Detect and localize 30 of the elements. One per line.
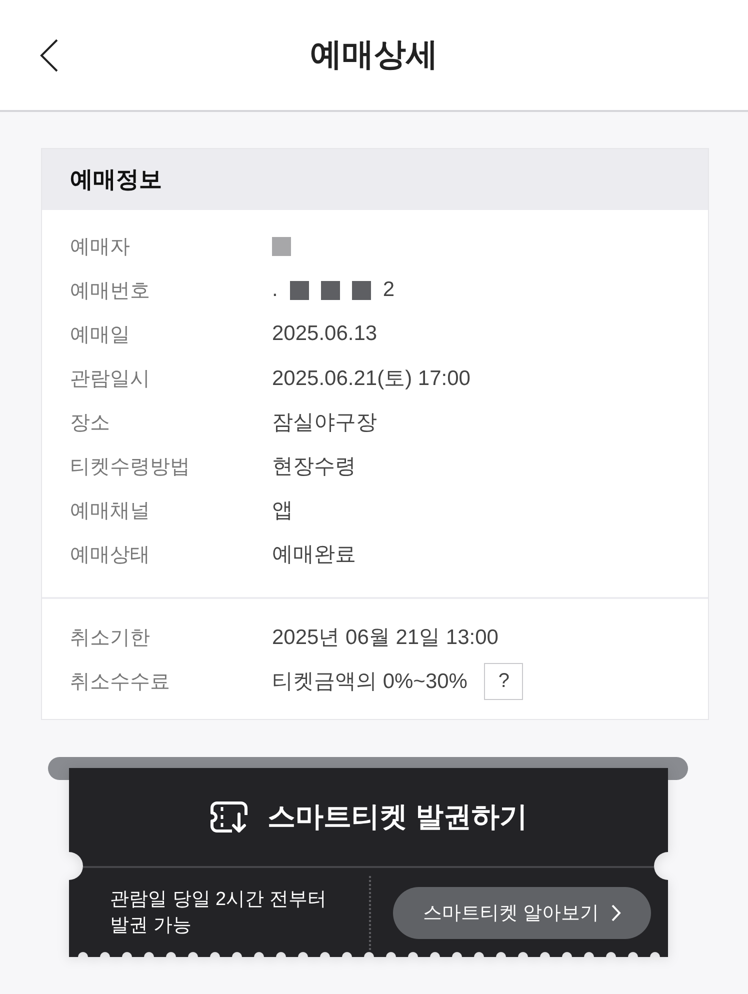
- field-label: 예매상태: [70, 542, 151, 568]
- field-value: 앱: [272, 498, 293, 524]
- page-title: 예매상세: [310, 35, 438, 74]
- field-label: 예매자: [70, 234, 131, 260]
- field-value: 2: [382, 278, 395, 302]
- field-label: 예매번호: [70, 278, 151, 304]
- learn-more-button[interactable]: 스마트티켓 알아보기: [393, 886, 651, 938]
- field-label: 취소기한: [70, 626, 151, 650]
- field-label: 티켓수령방법: [70, 454, 191, 480]
- field-value: 예매완료: [272, 542, 356, 568]
- field-value: 현장수령: [272, 454, 356, 480]
- field-value: 잠실야구장: [272, 410, 377, 436]
- help-button[interactable]: ?: [484, 662, 524, 700]
- field-label: 관람일시: [70, 366, 151, 392]
- back-button[interactable]: [40, 38, 58, 72]
- field-value: 티켓금액의 0%~30%: [272, 669, 468, 695]
- chevron-right-icon: [611, 904, 622, 922]
- field-value: 2025년 06월 21일 13:00: [272, 625, 498, 651]
- field-value: 2025.06.21(토) 17:00: [272, 366, 470, 392]
- field-value: 2025.06.13: [272, 322, 378, 346]
- chevron-left-icon: [40, 38, 58, 72]
- ticket-note: 관람일 당일 2시간 전부터 발권 가능: [109, 888, 328, 938]
- section-title: 예매정보: [70, 165, 162, 194]
- field-label: 예매채널: [70, 498, 151, 524]
- field-label: 취소수수료: [70, 670, 171, 694]
- issue-ticket-button[interactable]: 스마트티켓 발권하기: [210, 798, 528, 836]
- field-label: 예매일: [70, 322, 131, 348]
- ticket-download-icon: [210, 800, 248, 834]
- field-value: .: [272, 278, 278, 302]
- field-label: 장소: [70, 410, 111, 436]
